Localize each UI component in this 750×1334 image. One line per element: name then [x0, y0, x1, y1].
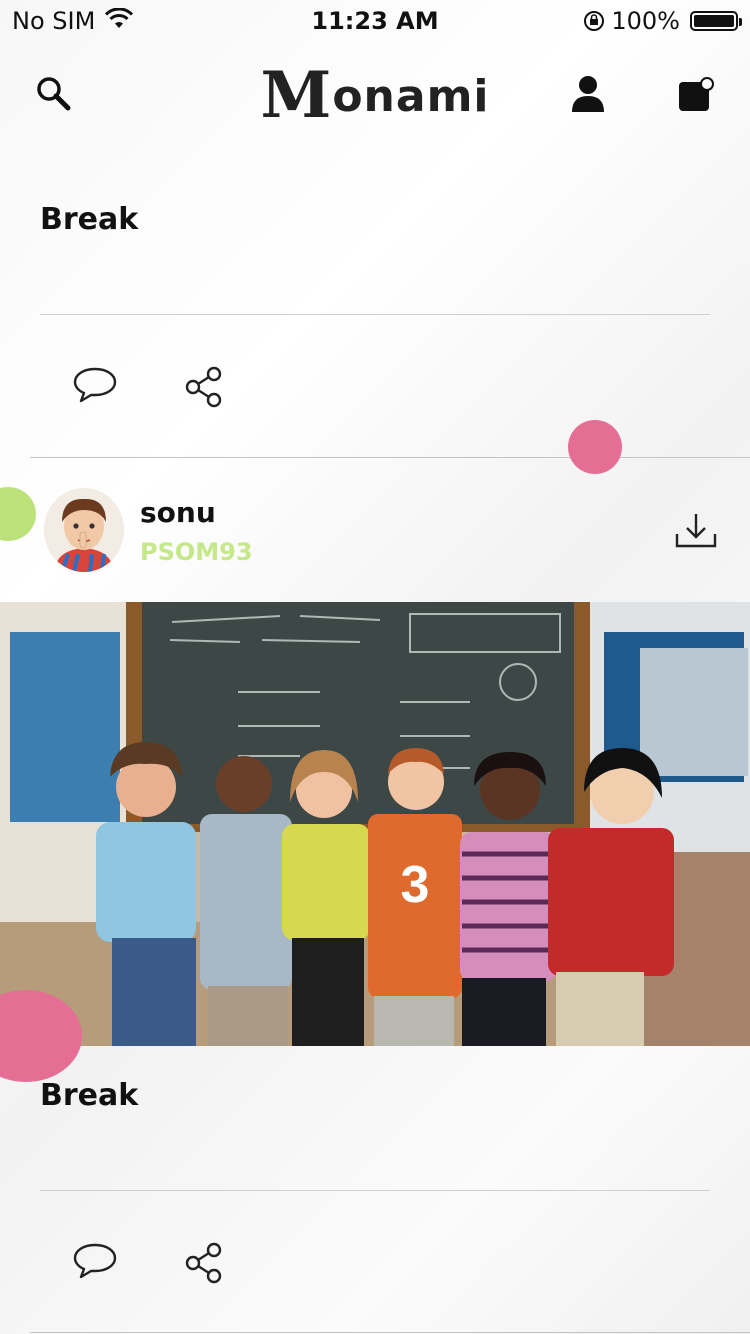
post-image[interactable]: 3 — [0, 602, 750, 1046]
notification-icon[interactable] — [676, 76, 716, 118]
lock-rotation-icon — [582, 9, 606, 39]
comment-icon[interactable] — [72, 366, 118, 408]
avatar[interactable] — [44, 488, 124, 572]
battery-icon — [690, 11, 742, 31]
share-icon[interactable] — [184, 366, 226, 412]
profile-icon[interactable] — [570, 74, 606, 118]
post-title: Break — [40, 1078, 139, 1113]
share-icon[interactable] — [184, 1242, 226, 1288]
divider — [40, 1190, 710, 1191]
comment-icon[interactable] — [72, 1242, 118, 1284]
decorative-pink-dot — [568, 420, 622, 474]
download-icon[interactable] — [674, 512, 718, 554]
battery-percentage: 100% — [611, 7, 680, 35]
jersey-number: 3 — [401, 856, 430, 914]
divider — [40, 314, 710, 315]
logo-text: onami — [332, 71, 490, 122]
post-title: Break — [40, 202, 139, 237]
status-bar: No SIM 11:23 AM 100% — [0, 0, 750, 40]
post-separator — [30, 1332, 750, 1333]
username[interactable]: sonu — [140, 496, 216, 529]
post-separator — [30, 457, 750, 458]
app-logo: Monami — [0, 58, 750, 133]
logo-initial: M — [260, 58, 333, 133]
user-code: PSOM93 — [140, 538, 253, 566]
decorative-green-dot — [0, 487, 36, 541]
